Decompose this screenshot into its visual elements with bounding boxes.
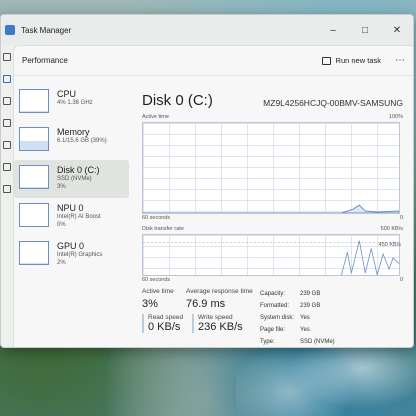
nav-sidebar <box>1 45 13 347</box>
main-panel: Performance Run new task ⋯ CPU 4% 1.36 G… <box>13 45 413 347</box>
active-time-series <box>143 204 399 213</box>
gpu-thumbnail-graph <box>19 241 49 265</box>
info-value: 239 GB <box>300 303 321 309</box>
details-nav-icon[interactable] <box>3 163 11 171</box>
perf-item-sub: Intel(R) Graphics <box>57 252 103 258</box>
perf-item-name: Memory <box>57 127 90 137</box>
performance-list: CPU 4% 1.36 GHz Memory 6.1/15.6 GB (39%)… <box>14 84 129 274</box>
users-nav-icon[interactable] <box>3 141 11 149</box>
disk-model: MZ9L4256HCJQ-00BMV-SAMSUNG <box>263 98 403 108</box>
perf-item-cpu[interactable]: CPU 4% 1.36 GHz <box>14 84 126 122</box>
info-key: Formatted: <box>260 303 290 309</box>
graph2-zero-label: 0 <box>399 277 403 283</box>
info-row-formatted: Formatted: 239 GB <box>260 300 335 312</box>
more-options-icon[interactable]: ⋯ <box>395 55 405 66</box>
graph1-zero-label: 0 <box>399 215 403 221</box>
info-key: Page file: <box>260 327 286 333</box>
perf-item-sub: SSD (NVMe) <box>57 176 92 182</box>
active-time-graph-svg <box>143 204 399 213</box>
transfer-marker-label: 450 KB/s <box>378 242 401 248</box>
stat-active-time-label: Active time <box>142 288 174 295</box>
transfer-rate-label: Disk transfer rate <box>142 226 184 232</box>
info-key: Type: <box>260 339 275 345</box>
perf-item-gpu[interactable]: GPU 0 Intel(R) Graphics 2% <box>14 236 126 274</box>
perf-item-usage: 3% <box>57 184 66 190</box>
perf-item-name: Disk 0 (C:) <box>57 165 100 175</box>
minimize-button[interactable]: – <box>317 15 349 45</box>
title-bar: Task Manager – □ ✕ <box>1 15 413 45</box>
window-title: Task Manager <box>21 25 72 35</box>
active-time-max-label: 100% <box>388 114 403 120</box>
run-task-icon <box>321 56 331 65</box>
perf-item-usage: 2% <box>57 260 66 266</box>
stat-write-label: Write speed <box>198 314 233 321</box>
active-time-graph-label: Active time <box>142 114 169 120</box>
npu-thumbnail-graph <box>19 203 49 227</box>
stat-response-value: 76.9 ms <box>186 298 226 310</box>
close-button[interactable]: ✕ <box>381 15 413 45</box>
stat-active-time-value: 3% <box>142 298 158 310</box>
info-value: Yes <box>300 315 310 321</box>
perf-item-name: CPU <box>57 89 77 99</box>
perf-item-name: GPU 0 <box>57 241 85 251</box>
run-new-task-label: Run new task <box>335 56 381 65</box>
cpu-thumbnail-graph <box>19 89 49 113</box>
info-row-system-disk: System disk: Yes <box>260 312 335 324</box>
perf-item-sub: 4% 1.36 GHz <box>57 100 93 106</box>
transfer-rate-graph-svg <box>143 240 399 275</box>
app-history-nav-icon[interactable] <box>3 97 11 105</box>
disk-detail-panel: Disk 0 (C:) MZ9L4256HCJQ-00BMV-SAMSUNG A… <box>142 84 413 347</box>
info-row-capacity: Capacity: 239 GB <box>260 288 335 300</box>
page-header: Performance Run new task ⋯ <box>14 46 413 76</box>
transfer-rate-graph <box>142 234 400 276</box>
cpu-thumb-fill <box>20 110 48 112</box>
startup-apps-nav-icon[interactable] <box>3 119 11 127</box>
page-title: Performance <box>22 56 68 65</box>
run-new-task-button[interactable]: Run new task <box>321 56 381 65</box>
graph1-time-label: 60 seconds <box>142 215 171 221</box>
disk-info-grid: Capacity: 239 GB Formatted: 239 GB Syste… <box>260 288 335 347</box>
perf-item-npu[interactable]: NPU 0 Intel(R) AI Boost 0% <box>14 198 126 236</box>
graph2-time-label: 60 seconds <box>142 277 171 283</box>
perf-item-usage: 0% <box>57 222 66 228</box>
disk-title: Disk 0 (C:) <box>142 92 213 109</box>
read-speed-box: Read speed 0 KB/s <box>142 314 183 333</box>
transfer-rate-max-label: 500 KB/s <box>380 226 403 232</box>
disk-thumb-fill <box>20 186 48 188</box>
stat-write-value: 236 KB/s <box>198 321 243 333</box>
memory-thumb-fill <box>20 141 48 150</box>
info-row-type: Type: SSD (NVMe) <box>260 336 335 347</box>
perf-item-disk[interactable]: Disk 0 (C:) SSD (NVMe) 3% <box>14 160 129 198</box>
services-nav-icon[interactable] <box>3 185 11 193</box>
task-manager-window: Task Manager – □ ✕ Performance Run new t… <box>0 14 414 348</box>
gpu-thumb-fill <box>20 262 48 264</box>
info-value: SSD (NVMe) <box>300 339 335 345</box>
perf-item-sub: 6.1/15.6 GB (39%) <box>57 138 107 144</box>
info-value: Yes <box>300 327 310 333</box>
info-key: System disk: <box>260 315 295 321</box>
stat-response-label: Average response time <box>186 288 253 295</box>
maximize-button[interactable]: □ <box>349 15 381 45</box>
info-value: 239 GB <box>300 291 321 297</box>
performance-nav-icon[interactable] <box>3 75 11 83</box>
active-time-graph <box>142 122 400 214</box>
memory-thumbnail-graph <box>19 127 49 151</box>
info-row-page-file: Page file: Yes <box>260 324 335 336</box>
processes-nav-icon[interactable] <box>3 53 11 61</box>
task-manager-icon <box>5 25 15 35</box>
perf-item-memory[interactable]: Memory 6.1/15.6 GB (39%) <box>14 122 126 160</box>
write-speed-box: Write speed 236 KB/s <box>192 314 243 333</box>
perf-item-name: NPU 0 <box>57 203 84 213</box>
stat-read-label: Read speed <box>148 314 184 321</box>
stat-read-value: 0 KB/s <box>148 321 181 333</box>
window-controls: – □ ✕ <box>317 15 413 45</box>
perf-item-sub: Intel(R) AI Boost <box>57 214 101 220</box>
disk-thumbnail-graph <box>19 165 49 189</box>
info-key: Capacity: <box>260 291 286 297</box>
